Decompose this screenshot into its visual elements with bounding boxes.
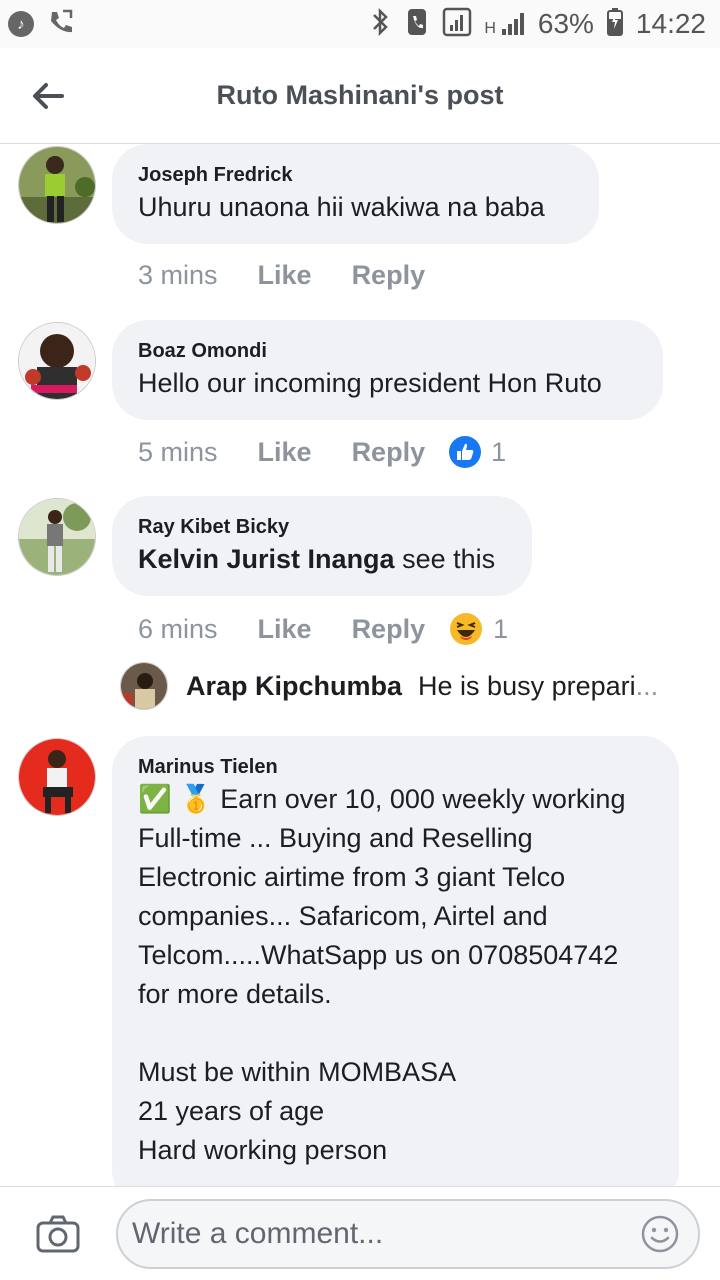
comment-composer <box>0 1186 720 1280</box>
comment-text-rest: see this <box>394 544 496 574</box>
emoji-button[interactable] <box>638 1212 682 1256</box>
comment-bubble[interactable]: Boaz Omondi Hello our incoming president… <box>112 320 663 420</box>
comment-text: Hello our incoming president Hon Ruto <box>138 368 602 398</box>
reply-button[interactable]: Reply <box>352 437 426 468</box>
comment-time: 6 mins <box>138 613 218 644</box>
like-button[interactable]: Like <box>258 260 312 291</box>
reaction-count: 1 <box>491 436 507 467</box>
comment-author[interactable]: Marinus Tielen <box>138 754 653 780</box>
comment-actions: 6 mins Like Reply 1 <box>138 612 508 646</box>
comment-text: Kelvin Jurist Inanga see this <box>138 540 506 579</box>
comment-bubble[interactable]: Joseph Fredrick Uhuru unaona hii wakiwa … <box>112 144 599 244</box>
camera-icon <box>36 1215 80 1252</box>
reply-ellipsis: ... <box>635 670 659 701</box>
back-arrow-icon <box>33 82 64 109</box>
camera-button[interactable] <box>0 1187 116 1280</box>
mention-link[interactable]: Kelvin Jurist Inanga <box>138 544 395 574</box>
bluetooth-icon <box>368 7 392 42</box>
reply-preview[interactable]: Arap Kipchumba He is busy prepari... <box>120 662 680 710</box>
comment-author[interactable]: Boaz Omondi <box>138 338 637 364</box>
avatar[interactable] <box>18 738 96 816</box>
thumbs-up-icon <box>449 436 482 468</box>
avatar[interactable] <box>18 322 96 400</box>
haha-reaction-icon <box>450 613 483 645</box>
status-bar: ♪ H 63% 14:22 <box>0 0 720 48</box>
comment-input-box[interactable] <box>116 1198 700 1269</box>
signal-box-icon <box>442 7 472 42</box>
page-title: Ruto Mashinani's post <box>216 80 504 110</box>
comments-list[interactable]: Joseph Fredrick Uhuru unaona hii wakiwa … <box>0 144 720 1186</box>
comment-body: Earn over 10, 000 weekly working Full-ti… <box>138 784 626 1165</box>
comment-time: 3 mins <box>138 260 218 290</box>
back-button[interactable] <box>0 48 96 144</box>
avatar[interactable] <box>18 146 96 224</box>
vibrate-phone-icon <box>404 7 430 42</box>
reply-author[interactable]: Arap Kipchumba <box>186 671 402 702</box>
music-icon: ♪ <box>8 11 34 37</box>
reply-button[interactable]: Reply <box>352 260 426 291</box>
comment-time: 5 mins <box>138 436 218 467</box>
clock: 14:22 <box>635 8 706 39</box>
comment-bubble[interactable]: Ray Kibet Bicky Kelvin Jurist Inanga see… <box>112 496 532 596</box>
avatar[interactable] <box>120 662 168 710</box>
hspa-signal-icon: H <box>484 11 526 37</box>
like-button[interactable]: Like <box>258 437 312 468</box>
app-header: Ruto Mashinani's post <box>0 48 720 144</box>
emoji-prefix: ✅ 🥇 <box>138 784 221 814</box>
comment-actions: 5 mins Like Reply 1 <box>138 436 506 468</box>
comment-bubble[interactable]: Marinus Tielen ✅ 🥇 Earn over 10, 000 wee… <box>112 736 679 1186</box>
battery-percent: 63% <box>537 8 594 39</box>
call-forward-icon <box>46 7 76 42</box>
reply-text: He is busy prepari <box>418 670 636 701</box>
like-button[interactable]: Like <box>258 614 312 645</box>
avatar[interactable] <box>18 498 96 576</box>
comment-input[interactable] <box>132 1216 638 1251</box>
smiley-icon <box>641 1215 679 1252</box>
comment-text: Uhuru unaona hii wakiwa na baba <box>138 192 545 222</box>
comment-author[interactable]: Joseph Fredrick <box>138 162 573 188</box>
comment-actions: 3 mins Like Reply <box>138 260 465 291</box>
comment-author[interactable]: Ray Kibet Bicky <box>138 514 506 540</box>
reply-button[interactable]: Reply <box>352 614 426 645</box>
reaction-summary[interactable]: 1 <box>449 436 506 468</box>
battery-charging-icon <box>606 7 624 42</box>
reaction-summary[interactable]: 1 <box>449 612 508 646</box>
reaction-count: 1 <box>493 613 509 644</box>
comment-text: ✅ 🥇 Earn over 10, 000 weekly working Ful… <box>138 780 653 1170</box>
